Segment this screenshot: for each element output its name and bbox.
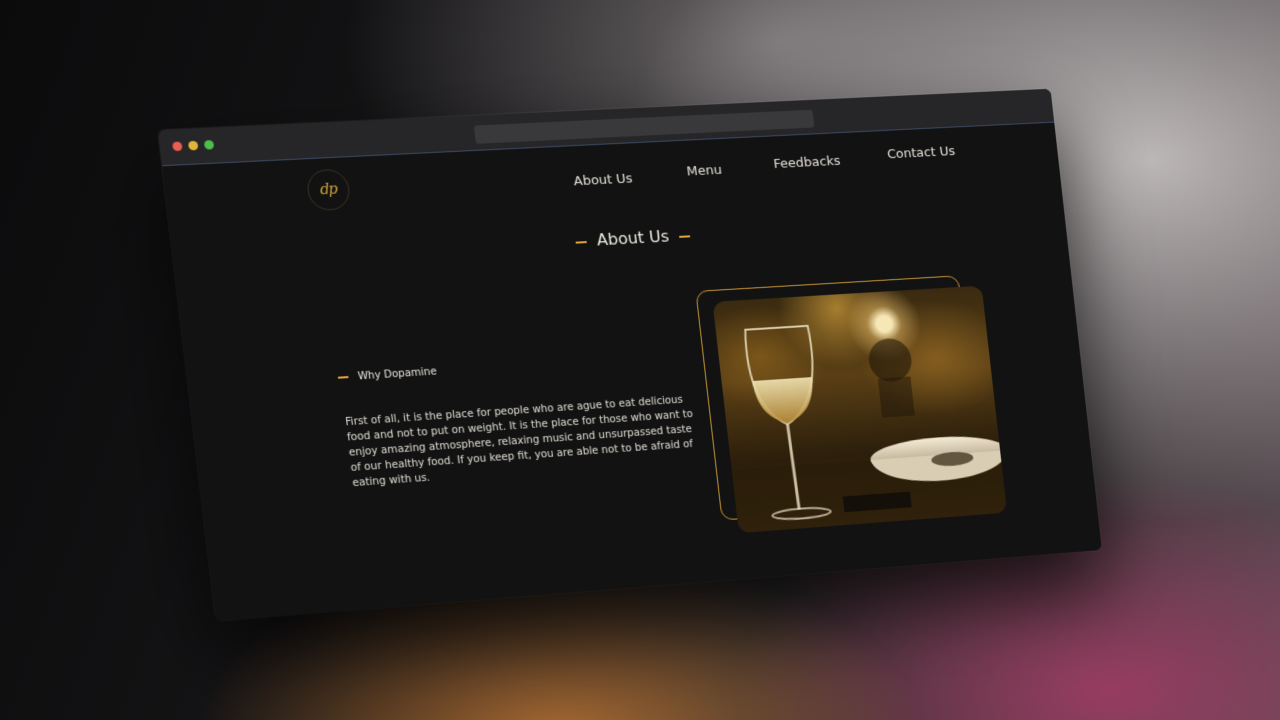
logo-text: dp xyxy=(319,181,337,198)
web-page: dp About Us Menu Feedbacks Contact Us Ab… xyxy=(162,123,1102,621)
close-window-button[interactable] xyxy=(172,142,183,152)
maximize-window-button[interactable] xyxy=(204,140,215,150)
minimize-window-button[interactable] xyxy=(188,141,199,151)
subheading-text: Why Dopamine xyxy=(357,366,437,382)
subheading: Why Dopamine xyxy=(337,366,437,383)
restaurant-photo xyxy=(712,286,1007,534)
subheading-dash xyxy=(338,376,349,379)
browser-window: dp About Us Menu Feedbacks Contact Us Ab… xyxy=(158,89,1102,621)
site-logo[interactable]: dp xyxy=(305,168,351,211)
nav-feedbacks[interactable]: Feedbacks xyxy=(773,154,841,172)
nav-contact-us[interactable]: Contact Us xyxy=(886,144,955,162)
nav-about-us[interactable]: About Us xyxy=(573,171,633,189)
heading-dash-right xyxy=(679,235,690,238)
section-heading-text: About Us xyxy=(596,227,670,250)
nav-menu[interactable]: Menu xyxy=(686,163,723,180)
heading-dash-left xyxy=(576,241,587,244)
section-heading: About Us xyxy=(173,205,1066,273)
about-paragraph: First of all, it is the place for people… xyxy=(345,392,702,491)
